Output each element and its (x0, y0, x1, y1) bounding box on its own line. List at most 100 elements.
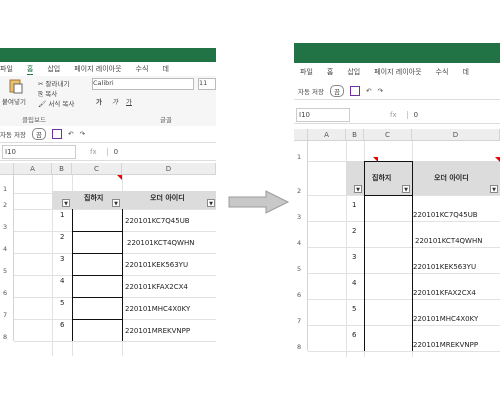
tab-data[interactable]: 데 (462, 67, 468, 77)
name-box[interactable]: I10 (2, 145, 76, 159)
paste-button[interactable]: 붙여넣기 (2, 96, 26, 106)
cut-button[interactable]: ✂ 잘라내기 (38, 78, 69, 88)
font-name-select[interactable]: Calibri (92, 78, 194, 90)
autosave-toggle[interactable]: 끔 (330, 85, 344, 97)
tab-page-layout[interactable]: 페이지 레이아웃 (374, 67, 421, 77)
undo-icon[interactable]: ↶ (68, 130, 73, 138)
cell-b[interactable]: 1 (352, 201, 356, 209)
row-header-8[interactable]: 8 (294, 325, 308, 351)
brush-icon: 🖌 (38, 100, 49, 108)
tab-file[interactable]: 파일 (0, 64, 13, 74)
cell-b[interactable]: 1 (60, 211, 64, 219)
row-header-8[interactable]: 8 (0, 319, 14, 341)
autosave-toggle[interactable]: 끔 (32, 128, 46, 140)
cell-b[interactable]: 4 (60, 277, 64, 285)
row-header-1[interactable]: 1 (294, 141, 308, 161)
select-all-corner[interactable] (0, 163, 14, 175)
col-header-d[interactable]: D (122, 163, 216, 175)
fx-icon[interactable]: fx (90, 148, 97, 156)
filter-dropdown-icon[interactable]: ▼ (62, 199, 70, 207)
col-header-b[interactable]: B (346, 129, 364, 141)
row-header-4[interactable]: 4 (0, 231, 14, 253)
tab-insert[interactable]: 삽입 (47, 64, 60, 74)
row-header-6[interactable]: 6 (0, 275, 14, 297)
header-cell-d[interactable]: 오더 아이디 (434, 173, 469, 183)
tab-formulas[interactable]: 수식 (436, 67, 449, 77)
quick-access-toolbar: 자동 저장 끔 ↶ ↷ (294, 83, 500, 100)
cell-b[interactable]: 2 (352, 227, 356, 235)
cell-d[interactable]: 220101MREKVNPP (413, 341, 478, 349)
sheet-grid[interactable]: A B C D 1 2 3 4 5 6 7 8 집하지 오더 아이디 ▼ ▼ ▼ (294, 129, 500, 357)
save-icon[interactable] (349, 86, 360, 96)
row-header-2[interactable]: 2 (0, 193, 14, 209)
col-header-a[interactable]: A (14, 163, 52, 175)
row-header-5[interactable]: 5 (0, 253, 14, 275)
formula-input[interactable]: 0 (406, 111, 418, 119)
row-header-6[interactable]: 6 (294, 273, 308, 299)
cell-d[interactable]: 220101KCT4QWHN (415, 237, 482, 245)
cell-d[interactable]: 220101MREKVNPP (125, 327, 190, 335)
format-painter-button[interactable]: 🖌 서식 복사 (38, 98, 74, 108)
filter-dropdown-icon[interactable]: ▼ (490, 185, 498, 193)
cell-b[interactable]: 6 (352, 331, 356, 339)
tab-formulas[interactable]: 수식 (136, 64, 149, 74)
row-header-4[interactable]: 4 (294, 221, 308, 247)
cell-d[interactable]: 220101KEK563YU (125, 261, 188, 269)
select-all-corner[interactable] (294, 129, 308, 141)
row-header-7[interactable]: 7 (0, 297, 14, 319)
tab-insert[interactable]: 삽입 (347, 67, 360, 77)
col-header-a[interactable]: A (308, 129, 346, 141)
fx-icon[interactable]: fx (390, 111, 397, 119)
cell-b[interactable]: 4 (352, 279, 356, 287)
font-size-select[interactable]: 11 (198, 78, 216, 90)
cell-b[interactable]: 5 (60, 299, 64, 307)
tab-home[interactable]: 홈 (26, 64, 34, 75)
undo-icon[interactable]: ↶ (366, 87, 371, 95)
cell-b[interactable]: 3 (352, 253, 356, 261)
row-header-5[interactable]: 5 (294, 247, 308, 273)
col-header-c[interactable]: C (364, 129, 412, 141)
bold-button[interactable]: 가 (96, 96, 102, 106)
filter-dropdown-icon[interactable]: ▼ (402, 185, 410, 193)
col-header-c[interactable]: C (72, 163, 122, 175)
row-header-1[interactable]: 1 (0, 175, 14, 193)
col-header-b[interactable]: B (52, 163, 72, 175)
cell-b[interactable]: 6 (60, 321, 64, 329)
tab-page-layout[interactable]: 페이지 레이아웃 (74, 64, 121, 74)
cell-d[interactable]: 220101KFAX2CX4 (125, 283, 188, 291)
cell-b[interactable]: 2 (60, 233, 64, 241)
clipboard-group-label: 클립보드 (22, 116, 46, 124)
cell-d[interactable]: 220101MHC4X0KY (413, 315, 478, 323)
col-header-d[interactable]: D (412, 129, 500, 141)
cell-d[interactable]: 220101KCT4QWHN (127, 239, 194, 247)
redo-icon[interactable]: ↷ (79, 130, 84, 138)
sheet-grid[interactable]: A B C D 1 2 3 4 5 6 7 8 집하지 오더 아이디 ▼ ▼ ▼ (0, 163, 216, 356)
header-cell-d[interactable]: 오더 아이디 (150, 193, 185, 203)
cell-b[interactable]: 3 (60, 255, 64, 263)
cell-d[interactable]: 220101KC7Q45UB (125, 217, 190, 225)
row-header-7[interactable]: 7 (294, 299, 308, 325)
filter-dropdown-icon[interactable]: ▼ (112, 199, 120, 207)
cell-b[interactable]: 5 (352, 305, 356, 313)
cell-d[interactable]: 220101KC7Q45UB (413, 211, 478, 219)
save-icon[interactable] (51, 129, 62, 139)
formula-input[interactable]: 0 (106, 148, 118, 156)
redo-icon[interactable]: ↷ (377, 87, 382, 95)
filter-dropdown-icon[interactable]: ▼ (207, 199, 215, 207)
row-header-2[interactable]: 2 (294, 161, 308, 195)
header-cell-c[interactable]: 집하지 (372, 173, 391, 183)
italic-button[interactable]: 가 (112, 96, 118, 106)
paste-icon[interactable] (8, 78, 24, 96)
cell-d[interactable]: 220101MHC4X0KY (125, 305, 190, 313)
tab-data[interactable]: 데 (162, 64, 168, 74)
tab-home[interactable]: 홈 (327, 67, 333, 77)
row-header-3[interactable]: 3 (0, 209, 14, 231)
row-header-3[interactable]: 3 (294, 195, 308, 221)
header-cell-c[interactable]: 집하지 (84, 193, 103, 203)
filter-dropdown-icon[interactable]: ▼ (354, 185, 362, 193)
tab-file[interactable]: 파일 (300, 67, 313, 77)
cell-d[interactable]: 220101KFAX2CX4 (413, 289, 476, 297)
cell-d[interactable]: 220101KEK563YU (413, 263, 476, 271)
underline-button[interactable]: 가 (126, 96, 132, 106)
name-box[interactable]: I10 (296, 108, 350, 122)
